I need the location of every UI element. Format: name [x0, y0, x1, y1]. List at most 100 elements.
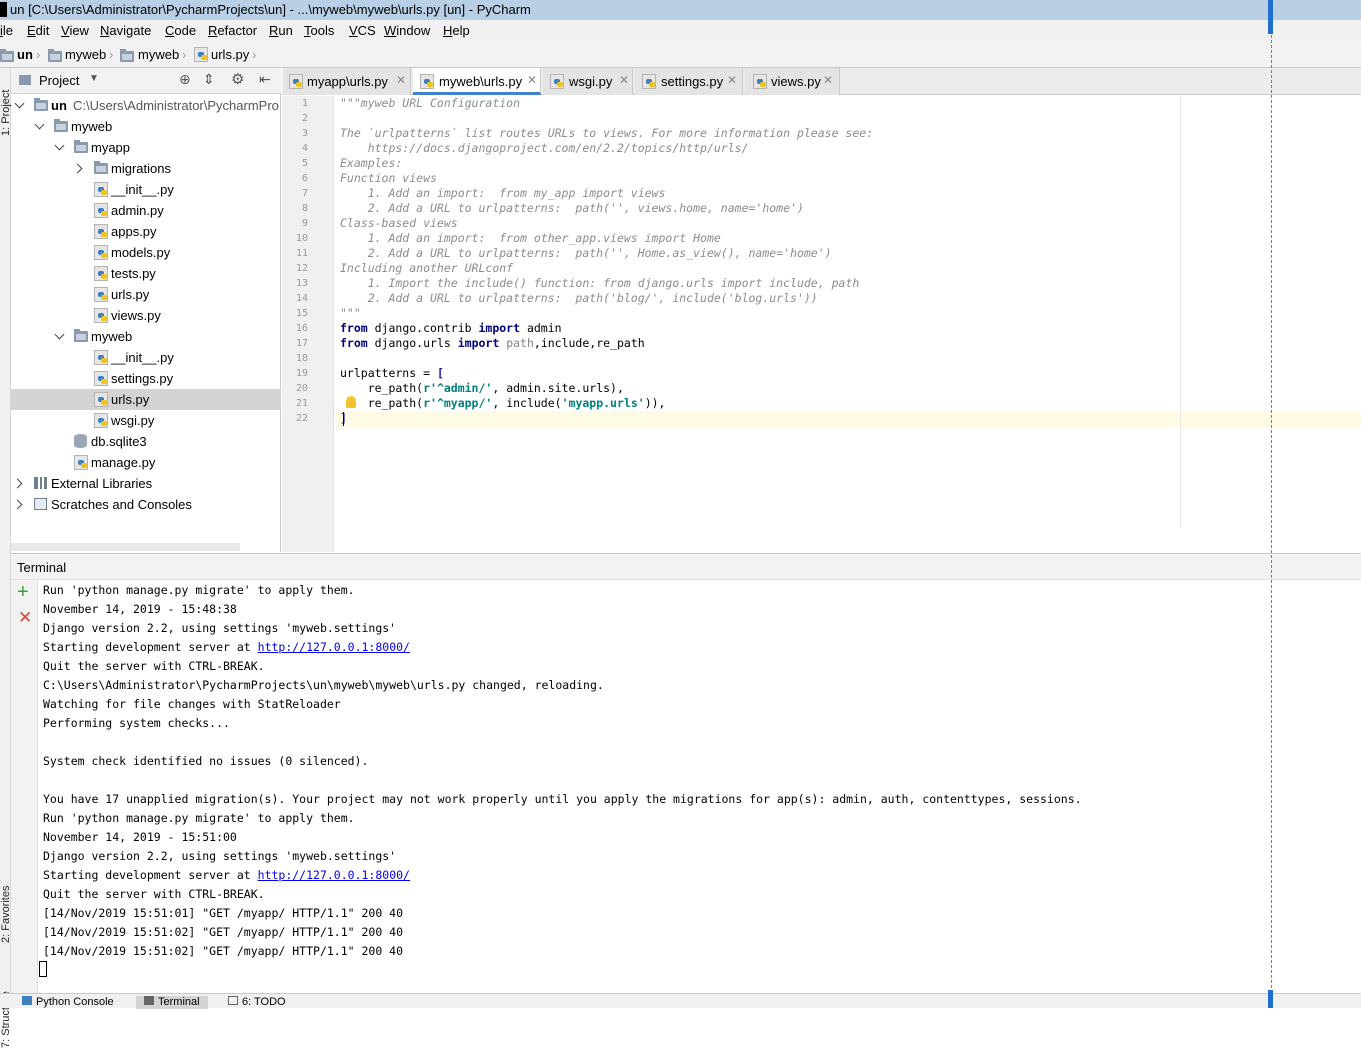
server-link[interactable]: http://127.0.0.1:8000/	[258, 868, 410, 882]
chevron-down-icon[interactable]	[54, 140, 65, 151]
tree-item-myapp[interactable]: myapp	[11, 137, 281, 158]
code-line: re_path(r'^myapp/', include('myapp.urls'…	[340, 396, 666, 411]
tab-settings[interactable]: settings.py ✕	[635, 68, 743, 95]
gear-icon[interactable]: ⚙	[231, 70, 244, 88]
tree-item-label: urls.py	[111, 392, 150, 407]
menu-view[interactable]: View	[61, 23, 89, 38]
close-icon[interactable]: ✕	[823, 73, 833, 87]
code-line: The `urlpatterns` list routes URLs to vi…	[340, 126, 874, 140]
breadcrumb-file[interactable]: urls.py	[211, 47, 249, 62]
tree-item-file[interactable]: manage.py	[11, 452, 281, 473]
breadcrumb-myweb-inner[interactable]: myweb	[138, 47, 179, 62]
tree-item-external-libraries[interactable]: External Libraries	[11, 473, 281, 494]
hide-panel-icon[interactable]: ⇤	[259, 71, 271, 88]
menu-navigate[interactable]: Navigate	[100, 23, 151, 38]
close-icon[interactable]: ✕	[727, 73, 737, 87]
terminal-cursor	[39, 961, 47, 977]
close-icon[interactable]: ✕	[619, 73, 629, 87]
menu-help[interactable]: Help	[443, 23, 470, 38]
tree-item-label: __init__.py	[111, 182, 174, 197]
breadcrumb-myweb[interactable]: myweb	[65, 47, 106, 62]
python-file-icon	[94, 308, 108, 323]
chevron-down-icon[interactable]: ▼	[89, 73, 99, 84]
menu-file[interactable]: ile	[0, 23, 13, 38]
project-panel-title[interactable]: Project	[39, 73, 79, 88]
terminal-tab[interactable]: Terminal	[136, 996, 208, 1009]
terminal-line: November 14, 2019 - 15:48:38	[43, 602, 237, 616]
chevron-down-icon[interactable]	[54, 329, 65, 340]
python-file-icon	[74, 455, 88, 470]
collapse-all-icon[interactable]: ⇕	[203, 71, 215, 88]
tab-wsgi[interactable]: wsgi.py ✕	[543, 68, 633, 95]
tree-item-file[interactable]: apps.py	[11, 221, 281, 242]
tree-item-file[interactable]: db.sqlite3	[11, 431, 281, 452]
tree-item-file[interactable]: urls.py	[11, 284, 281, 305]
chevron-right-icon[interactable]	[12, 499, 23, 510]
tree-root[interactable]: un C:\Users\Administrator\PycharmPro	[11, 95, 281, 116]
chevron-right-icon[interactable]	[72, 163, 83, 174]
menu-window[interactable]: Window	[384, 23, 430, 38]
python-file-icon	[94, 413, 108, 428]
lightbulb-icon[interactable]	[346, 396, 356, 408]
code-token: ,include,re_path	[533, 336, 645, 350]
tree-item-file[interactable]: wsgi.py	[11, 410, 281, 431]
line-number-gutter[interactable]: 1 2 3 4 5 6 7 8 9 10 11 12 13 14 15 16 1…	[282, 96, 334, 552]
python-file-icon	[420, 74, 434, 89]
tab-myapp-urls[interactable]: myapp\urls.py ✕	[284, 68, 411, 95]
menu-refactor[interactable]: Refactor	[208, 23, 257, 38]
add-terminal-icon[interactable]: +	[17, 582, 29, 602]
tree-item-myweb[interactable]: myweb	[11, 116, 281, 137]
code-token: )),	[644, 396, 666, 410]
code-line: Examples:	[340, 156, 403, 170]
chevron-down-icon[interactable]	[14, 98, 25, 109]
close-icon[interactable]: ✕	[527, 73, 537, 87]
tree-item-file[interactable]: tests.py	[11, 263, 281, 284]
server-link[interactable]: http://127.0.0.1:8000/	[258, 640, 410, 654]
close-icon[interactable]: ✕	[396, 73, 406, 87]
terminal-output[interactable]: Run 'python manage.py migrate' to apply …	[38, 580, 1361, 993]
chevron-down-icon[interactable]	[34, 119, 45, 130]
tree-item-file[interactable]: __init__.py	[11, 179, 281, 200]
tree-item-label: Scratches and Consoles	[51, 497, 192, 512]
tab-views[interactable]: views.py ✕	[745, 68, 840, 95]
scratches-icon	[34, 498, 47, 510]
line-number: 18	[295, 353, 308, 364]
terminal-line: Django version 2.2, using settings 'mywe…	[43, 621, 397, 635]
tree-item-myweb-inner[interactable]: myweb	[11, 326, 281, 347]
tree-item-file[interactable]: __init__.py	[11, 347, 281, 368]
tree-root-path: C:\Users\Administrator\PycharmPro	[73, 98, 279, 113]
window-title-bar[interactable]: un [C:\Users\Administrator\PycharmProjec…	[0, 0, 1361, 20]
close-terminal-icon[interactable]: ✕	[18, 608, 32, 628]
code-token: django.urls	[367, 336, 458, 350]
tree-item-file[interactable]: admin.py	[11, 200, 281, 221]
horizontal-scrollbar[interactable]	[11, 543, 240, 551]
code-token: admin	[520, 321, 562, 335]
string-literal: r'^myapp/'	[423, 396, 493, 410]
folder-icon	[48, 49, 62, 62]
tree-item-migrations[interactable]: migrations	[11, 158, 281, 179]
menu-tools[interactable]: Tools	[304, 23, 334, 38]
menu-run[interactable]: Run	[269, 23, 293, 38]
python-console-tab[interactable]: Python Console	[22, 996, 114, 1009]
breadcrumb-root[interactable]: un	[17, 47, 33, 62]
right-margin-guide	[1180, 96, 1181, 528]
code-line: re_path(r'^admin/', admin.site.urls),	[340, 381, 624, 396]
tree-item-scratches[interactable]: Scratches and Consoles	[11, 494, 281, 515]
tree-item-file[interactable]: models.py	[11, 242, 281, 263]
todo-tab[interactable]: 6: TODO	[228, 996, 286, 1009]
locate-icon[interactable]: ⊕	[179, 71, 191, 88]
tree-item-file[interactable]: settings.py	[11, 368, 281, 389]
python-file-icon	[94, 203, 108, 218]
tree-item-label: db.sqlite3	[91, 434, 147, 449]
chevron-right-icon[interactable]	[12, 478, 23, 489]
menu-edit[interactable]: Edit	[27, 23, 49, 38]
menu-vcs[interactable]: VCS	[349, 23, 376, 38]
terminal-line: [14/Nov/2019 15:51:02] "GET /myapp/ HTTP…	[43, 944, 404, 958]
code-line: 1. Import the include() function: from d…	[340, 276, 860, 290]
tab-myweb-urls[interactable]: myweb\urls.py ✕	[413, 68, 541, 95]
line-number: 17	[295, 338, 308, 349]
tree-item-selected[interactable]: urls.py	[11, 389, 281, 410]
tree-item-file[interactable]: views.py	[11, 305, 281, 326]
editor-tab-bar: myapp\urls.py ✕ myweb\urls.py ✕ wsgi.py …	[282, 68, 1361, 95]
menu-code[interactable]: Code	[165, 23, 196, 38]
